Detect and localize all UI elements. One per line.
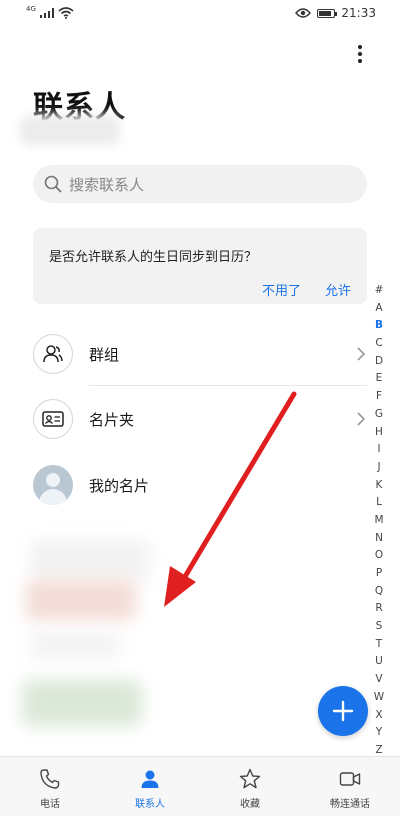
- eye-comfort-icon: [295, 8, 312, 18]
- alphabet-index-letter[interactable]: Q: [375, 583, 383, 601]
- alphabet-index-letter[interactable]: D: [375, 353, 383, 371]
- avatar-head: [46, 473, 60, 487]
- signal-icon: [39, 8, 54, 18]
- wifi-icon: [58, 7, 74, 19]
- blurred-contact: [30, 630, 120, 660]
- blurred-contact: [26, 580, 136, 620]
- decline-button[interactable]: 不用了: [262, 280, 301, 299]
- alphabet-index-letter[interactable]: P: [376, 565, 382, 583]
- avatar-body: [39, 489, 67, 505]
- business-cards-label: 名片夹: [89, 410, 135, 429]
- alphabet-index[interactable]: # A B C D E F G H I J K L M N O P Q R S T U V W X Y Z: [372, 282, 386, 760]
- alphabet-index-letter[interactable]: Y: [376, 724, 382, 742]
- tab-meetime[interactable]: 畅连通话: [300, 757, 400, 816]
- alphabet-index-letter[interactable]: C: [375, 335, 382, 353]
- alphabet-index-letter[interactable]: H: [375, 424, 383, 442]
- alphabet-index-letter[interactable]: B: [375, 317, 383, 335]
- video-call-icon: [339, 772, 361, 786]
- group-icon: [43, 345, 63, 363]
- groups-label: 群组: [89, 345, 120, 364]
- search-placeholder: 搜索联系人: [69, 175, 145, 194]
- more-vertical-icon: [358, 45, 362, 49]
- status-bar: 4G 21:33: [0, 0, 400, 28]
- business-cards-row[interactable]: 名片夹: [33, 387, 367, 451]
- alphabet-index-letter[interactable]: T: [376, 636, 382, 654]
- alphabet-index-letter[interactable]: L: [376, 494, 382, 512]
- alphabet-index-letter[interactable]: R: [375, 600, 382, 618]
- blurred-contact: [30, 540, 150, 580]
- search-input[interactable]: 搜索联系人: [33, 165, 367, 203]
- my-card-label: 我的名片: [89, 476, 150, 495]
- star-icon: [239, 768, 261, 789]
- alphabet-index-letter[interactable]: J: [377, 459, 380, 477]
- alphabet-index-letter[interactable]: U: [375, 653, 383, 671]
- prompt-actions: 不用了 允许: [262, 280, 351, 299]
- alphabet-index-letter[interactable]: M: [374, 512, 383, 530]
- alphabet-index-letter[interactable]: F: [376, 388, 382, 406]
- alphabet-index-letter[interactable]: #: [375, 282, 384, 300]
- alphabet-index-letter[interactable]: S: [376, 618, 383, 636]
- battery-icon: [317, 8, 338, 18]
- groups-row[interactable]: 群组: [33, 322, 367, 386]
- more-options-button[interactable]: [350, 42, 370, 66]
- bottom-nav: 电话 联系人 收藏 畅连通话: [0, 756, 400, 816]
- add-contact-button[interactable]: [318, 686, 368, 736]
- alphabet-index-letter[interactable]: I: [377, 441, 380, 459]
- allow-button[interactable]: 允许: [325, 280, 351, 299]
- tab-meetime-label: 畅连通话: [330, 799, 370, 810]
- tab-phone-label: 电话: [40, 799, 60, 810]
- chevron-right-icon: [357, 347, 366, 361]
- alphabet-index-letter[interactable]: X: [375, 707, 382, 725]
- my-card-row[interactable]: 我的名片: [33, 453, 367, 517]
- blurred-contact: [22, 680, 142, 726]
- status-left: 4G: [26, 5, 74, 19]
- alphabet-index-letter[interactable]: O: [375, 547, 383, 565]
- status-right: 21:33: [295, 6, 376, 20]
- alphabet-index-letter[interactable]: G: [375, 406, 383, 424]
- plus-icon: [332, 700, 354, 722]
- tab-phone[interactable]: 电话: [0, 757, 100, 816]
- row-divider: [89, 385, 367, 386]
- network-type-label: 4G: [26, 5, 36, 13]
- group-icon-wrap: [33, 334, 73, 374]
- tab-favorites-label: 收藏: [240, 799, 260, 810]
- tab-contacts[interactable]: 联系人: [100, 757, 200, 816]
- prompt-message: 是否允许联系人的生日同步到日历？: [49, 250, 258, 265]
- tab-favorites[interactable]: 收藏: [200, 757, 300, 816]
- birthday-sync-prompt: 是否允许联系人的生日同步到日历？ 不用了 允许: [33, 228, 367, 304]
- alphabet-index-letter[interactable]: W: [374, 689, 384, 707]
- chevron-right-icon: [357, 412, 366, 426]
- alphabet-index-letter[interactable]: A: [375, 300, 382, 318]
- phone-icon: [40, 769, 60, 789]
- tab-contacts-label: 联系人: [135, 799, 165, 810]
- battery-level: [319, 10, 331, 16]
- alphabet-index-letter[interactable]: N: [375, 530, 383, 548]
- avatar: [33, 465, 73, 505]
- blurred-account-info: [20, 115, 120, 145]
- alphabet-index-letter[interactable]: K: [376, 477, 383, 495]
- alphabet-index-letter[interactable]: V: [375, 671, 382, 689]
- contacts-person-icon: [141, 770, 159, 788]
- alphabet-index-letter[interactable]: E: [376, 370, 383, 388]
- business-card-icon: [42, 411, 64, 427]
- search-icon: [44, 175, 62, 193]
- status-time: 21:33: [341, 6, 376, 20]
- card-icon-wrap: [33, 399, 73, 439]
